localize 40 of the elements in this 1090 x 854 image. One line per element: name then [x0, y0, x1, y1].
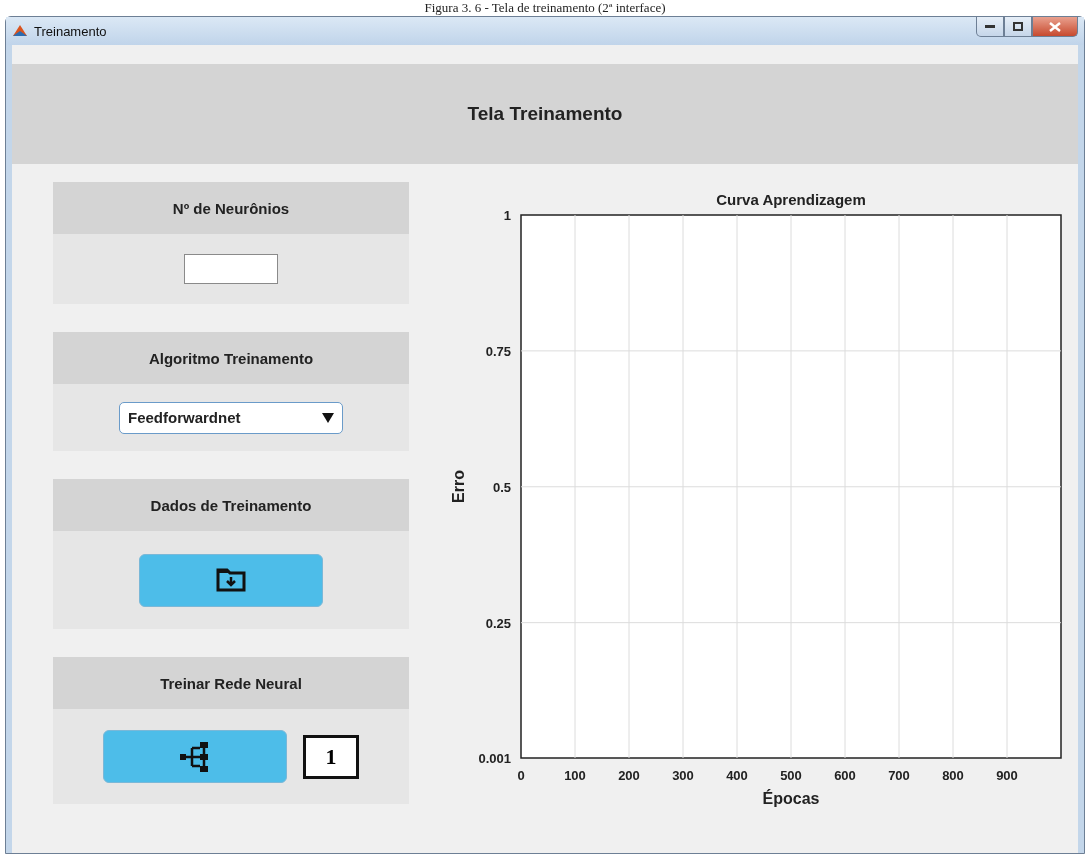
close-icon — [1049, 21, 1061, 32]
caret-icon — [322, 412, 334, 423]
app-logo-icon — [12, 23, 28, 39]
section-title: Nº de Neurônios — [53, 182, 409, 234]
section-title: Algoritmo Treinamento — [53, 332, 409, 384]
tick-label: 1 — [503, 208, 511, 223]
network-tree-icon — [180, 739, 210, 774]
chart-title: Curva Aprendizagem — [716, 191, 866, 208]
tick-label: 800 — [942, 768, 964, 783]
tick-label: 0.75 — [485, 343, 511, 359]
axis-label: Épocas — [762, 790, 820, 807]
header-title: Tela Treinamento — [12, 64, 1078, 164]
tick-label: 0.001 — [478, 751, 511, 766]
tick-label: 100 — [564, 768, 586, 783]
maximize-icon — [1013, 22, 1023, 31]
window-title: Treinamento — [34, 23, 108, 39]
figure-caption: Figura 3. 6 - Tela de treinamento (2ª interface) — [424, 0, 666, 15]
axis-label: Erro — [450, 470, 467, 503]
minimize-button[interactable] — [976, 17, 1004, 37]
tick-label: 600 — [834, 768, 856, 783]
section-title: Dados de Treinamento — [53, 479, 409, 531]
tick-label: 500 — [780, 768, 802, 783]
tick-label: 0.5 — [492, 479, 511, 495]
tick-label: 900 — [996, 768, 1018, 783]
tick-label: 700 — [888, 768, 910, 783]
tick-label: 300 — [672, 768, 694, 783]
tick-label: 0.25 — [485, 615, 511, 631]
maximize-button[interactable] — [1004, 17, 1032, 37]
epoch-count: 1 — [303, 734, 359, 779]
tick-label: 200 — [618, 768, 640, 783]
section-title: Treinar Rede Neural — [53, 657, 409, 709]
minimize-icon — [985, 25, 995, 28]
load-data-button[interactable] — [139, 553, 323, 607]
tick-label: 0 — [517, 768, 525, 783]
neuron-count-field[interactable] — [184, 254, 278, 284]
close-button[interactable] — [1032, 17, 1078, 37]
tick-label: 400 — [726, 768, 748, 783]
algorithm-dropdown[interactable]: Feedforwardnet — [119, 401, 343, 434]
train-network-button[interactable] — [103, 730, 287, 783]
folder-download-icon — [216, 568, 246, 592]
